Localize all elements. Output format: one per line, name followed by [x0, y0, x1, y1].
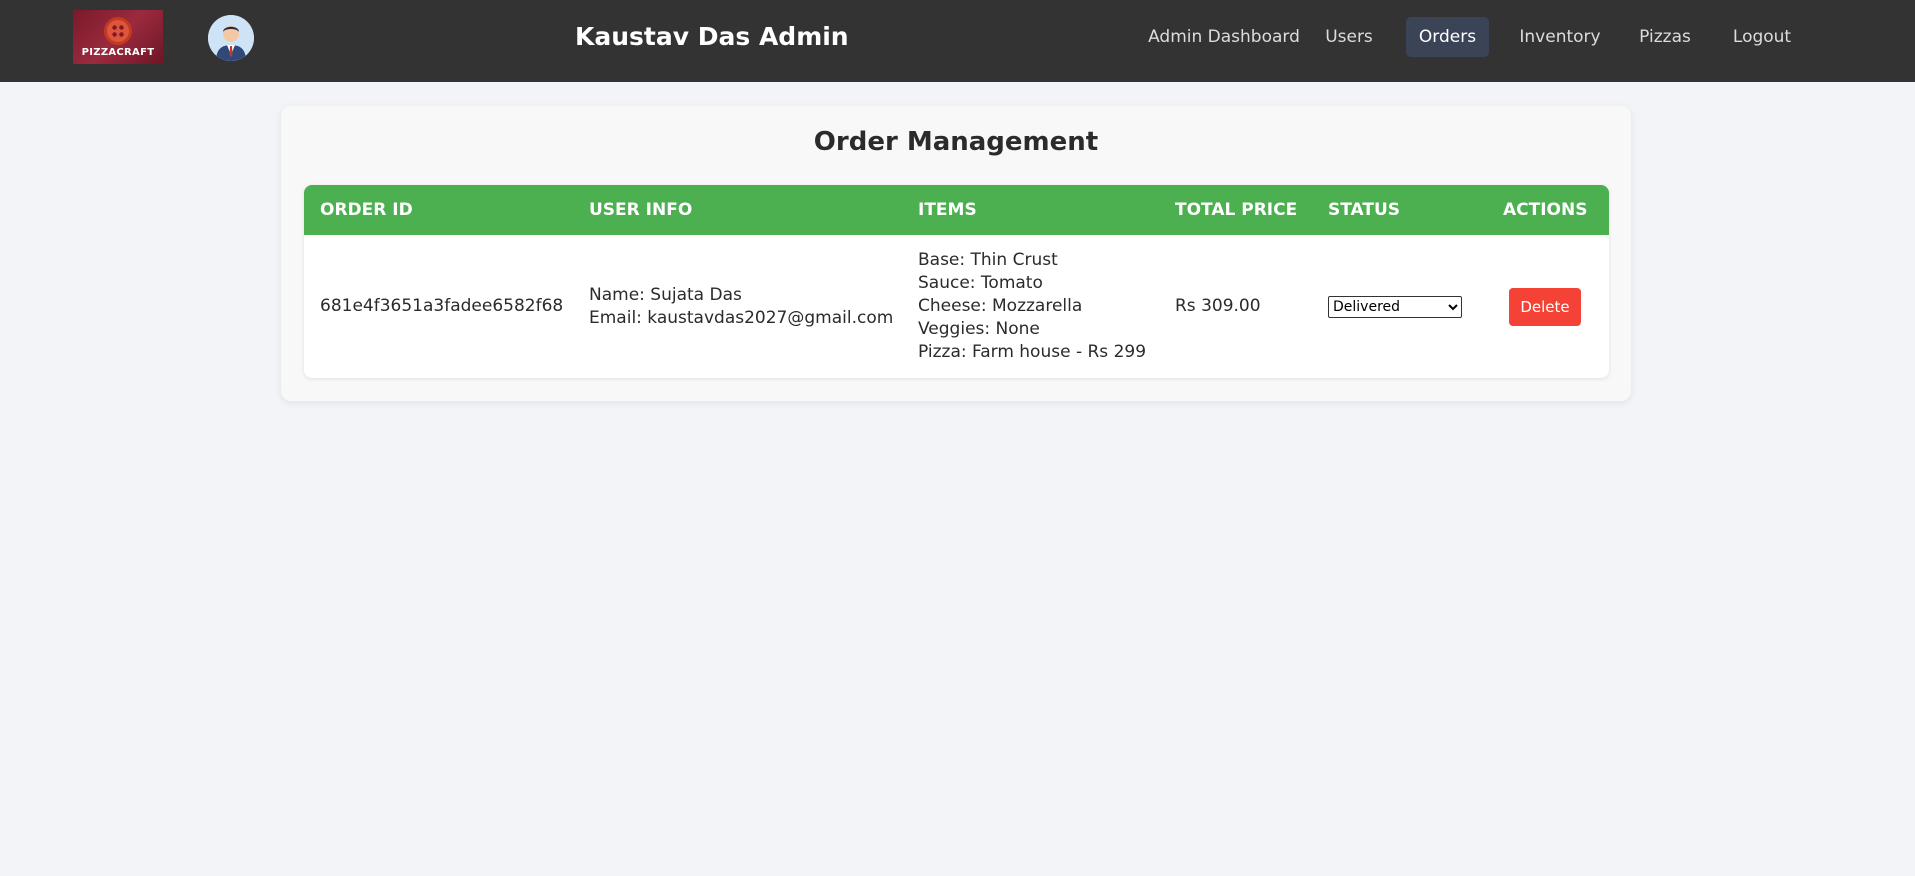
- admin-title: Kaustav Das Admin: [575, 22, 849, 51]
- pizzacraft-logo[interactable]: PIZZACRAFT: [73, 10, 163, 64]
- nav-inventory[interactable]: Inventory: [1512, 17, 1608, 57]
- orders-table: ORDER ID USER INFO ITEMS TOTAL PRICE STA…: [304, 185, 1609, 378]
- column-header-actions: ACTIONS: [1503, 200, 1588, 220]
- nav-logout[interactable]: Logout: [1726, 17, 1798, 57]
- column-header-total-price: TOTAL PRICE: [1175, 200, 1298, 220]
- column-header-status: STATUS: [1328, 200, 1401, 220]
- column-header-items: ITEMS: [918, 200, 977, 220]
- pizza-logo-icon: [104, 16, 132, 45]
- table-header-row: ORDER ID USER INFO ITEMS TOTAL PRICE STA…: [304, 185, 1609, 235]
- status-cell: Delivered: [1312, 235, 1487, 378]
- nav-pizzas[interactable]: Pizzas: [1633, 17, 1697, 57]
- user-info-cell: Name: Sujata Das Email: kaustavdas2027@g…: [573, 235, 902, 378]
- status-select[interactable]: Delivered: [1328, 296, 1462, 318]
- table-row: 681e4f3651a3fadee6582f68 Name: Sujata Da…: [304, 235, 1609, 378]
- navbar: PIZZACRAFT Kaustav Das Admin Admin Dashb…: [0, 0, 1915, 82]
- nav-admin-dashboard[interactable]: Admin Dashboard: [1138, 17, 1310, 57]
- main-nav: Admin Dashboard Users Orders Inventory P…: [1138, 17, 1798, 57]
- item-pizza: Pizza: Farm house - Rs 299: [918, 342, 1147, 362]
- logo-text: PIZZACRAFT: [81, 46, 155, 58]
- column-header-user-info: USER INFO: [589, 200, 693, 220]
- item-veggies: Veggies: None: [918, 319, 1040, 339]
- column-header-order-id: ORDER ID: [320, 200, 413, 220]
- item-cheese: Cheese: Mozzarella: [918, 296, 1083, 316]
- delete-button[interactable]: Delete: [1509, 287, 1581, 326]
- items-cell: Base: Thin Crust Sauce: Tomato Cheese: M…: [902, 235, 1159, 378]
- nav-users[interactable]: Users: [1310, 17, 1388, 57]
- user-email: Email: kaustavdas2027@gmail.com: [589, 307, 894, 328]
- order-management-card: Order Management ORDER ID USER INFO ITEM…: [281, 106, 1631, 401]
- page-title: Order Management: [813, 127, 1099, 157]
- actions-cell: Delete: [1487, 235, 1609, 378]
- nav-orders[interactable]: Orders: [1406, 17, 1489, 57]
- total-price-cell: Rs 309.00: [1175, 296, 1261, 316]
- item-sauce: Sauce: Tomato: [918, 273, 1043, 293]
- orders-table-container: ORDER ID USER INFO ITEMS TOTAL PRICE STA…: [304, 185, 1609, 378]
- user-name: Name: Sujata Das: [589, 284, 742, 305]
- admin-avatar-icon[interactable]: [208, 15, 254, 61]
- item-base: Base: Thin Crust: [918, 250, 1058, 270]
- order-id-cell: 681e4f3651a3fadee6582f68: [320, 296, 564, 316]
